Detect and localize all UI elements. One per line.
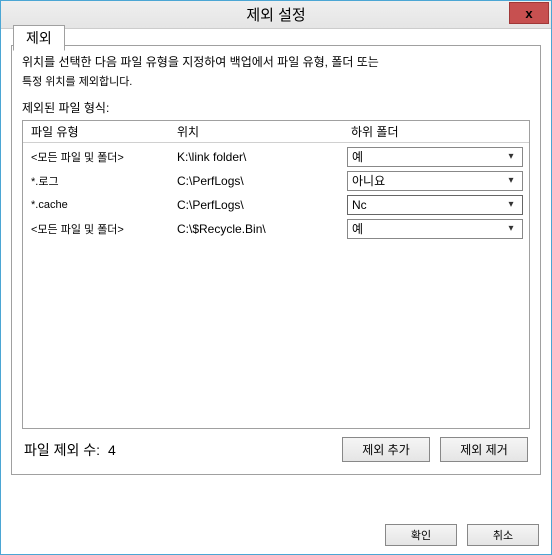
table-row[interactable]: <모든 파일 및 폴더>K:\link folder\예▾ [27, 145, 525, 169]
header-location[interactable]: 위치 [177, 123, 347, 140]
footer-row: 파일 제외 수: 4 제외 추가 제외 제거 [22, 429, 530, 464]
section-label: 제외된 파일 형식: [22, 99, 530, 116]
tab-exclude[interactable]: 제외 [13, 25, 65, 51]
dialog-buttons: 확인 취소 [1, 518, 551, 554]
cell-location: C:\PerfLogs\ [177, 198, 347, 212]
table-row[interactable]: *.cacheC:\PerfLogs\ Nc ▾ [27, 193, 525, 217]
cell-subfolder: 예▾ [347, 219, 525, 239]
cell-file-type: <모든 파일 및 폴더> [27, 221, 177, 237]
ok-button[interactable]: 확인 [385, 524, 457, 546]
header-subfolder[interactable]: 하위 폴더 [347, 123, 525, 140]
close-icon: x [525, 6, 532, 21]
description-text-1: 위치를 선택한 다음 파일 유형을 지정하여 백업에서 파일 유형, 폴더 또는 [22, 54, 530, 71]
cell-file-type: *.cache [27, 199, 177, 211]
chevron-down-icon: ▾ [504, 223, 518, 234]
table-body: <모든 파일 및 폴더>K:\link folder\예▾*.로그C:\Perf… [23, 143, 529, 428]
cancel-button[interactable]: 취소 [467, 524, 539, 546]
description-text-2: 특정 위치를 제외합니다. [22, 73, 530, 89]
exclusion-table: 파일 유형 위치 하위 폴더 <모든 파일 및 폴더>K:\link folde… [22, 120, 530, 429]
cell-location: C:\PerfLogs\ [177, 174, 347, 188]
remove-exclusion-button[interactable]: 제외 제거 [440, 437, 528, 462]
content-area: 제외 위치를 선택한 다음 파일 유형을 지정하여 백업에서 파일 유형, 폴더… [1, 29, 551, 518]
chevron-down-icon: ▾ [504, 199, 518, 210]
window-title: 제외 설정 [246, 4, 305, 25]
subfolder-value: 예 [352, 148, 363, 165]
titlebar: 제외 설정 x [1, 1, 551, 29]
table-row[interactable]: *.로그C:\PerfLogs\ 아니요 ▾ [27, 169, 525, 193]
subfolder-value: 예 [352, 220, 363, 237]
cell-location: C:\$Recycle.Bin\ [177, 222, 347, 236]
table-header: 파일 유형 위치 하위 폴더 [23, 121, 529, 143]
tab-body: 위치를 선택한 다음 파일 유형을 지정하여 백업에서 파일 유형, 폴더 또는… [11, 45, 541, 475]
subfolder-value: 아니요 [352, 172, 385, 189]
close-button[interactable]: x [509, 2, 549, 24]
cell-subfolder: 아니요 ▾ [347, 171, 525, 191]
cell-file-type: *.로그 [27, 173, 177, 189]
add-exclusion-button[interactable]: 제외 추가 [342, 437, 430, 462]
chevron-down-icon: ▾ [504, 175, 518, 186]
cell-subfolder: 예▾ [347, 147, 525, 167]
chevron-down-icon: ▾ [504, 151, 518, 162]
subfolder-value: Nc [352, 198, 367, 212]
subfolder-select[interactable]: 아니요 ▾ [347, 171, 523, 191]
subfolder-select[interactable]: Nc ▾ [347, 195, 523, 215]
exclusion-count-label: 파일 제외 수: 4 [24, 440, 116, 460]
subfolder-select[interactable]: 예▾ [347, 147, 523, 167]
cell-location: K:\link folder\ [177, 150, 347, 164]
header-file-type[interactable]: 파일 유형 [27, 123, 177, 140]
cell-file-type: <모든 파일 및 폴더> [27, 149, 177, 165]
count-prefix: 파일 제외 수: [24, 442, 100, 458]
table-row[interactable]: <모든 파일 및 폴더>C:\$Recycle.Bin\예▾ [27, 217, 525, 241]
subfolder-select[interactable]: 예▾ [347, 219, 523, 239]
exclusion-settings-window: 제외 설정 x 제외 위치를 선택한 다음 파일 유형을 지정하여 백업에서 파… [0, 0, 552, 555]
cell-subfolder: Nc ▾ [347, 195, 525, 215]
count-value: 4 [108, 442, 116, 458]
